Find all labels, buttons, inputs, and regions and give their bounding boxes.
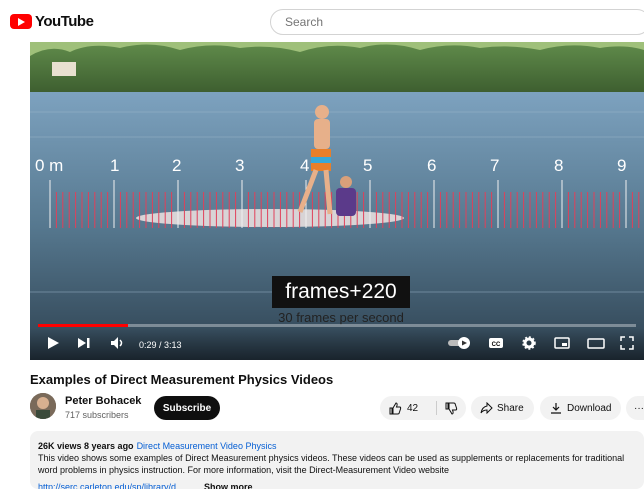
video-player[interactable]: 0 m 1 2 3 4 5 6 7 8 9 frames+220 30 fram…: [30, 42, 644, 360]
fullscreen-icon[interactable]: [620, 336, 634, 350]
ruler-label: 5: [363, 156, 373, 175]
player-controls: 0:29 / 3:13 CC: [30, 328, 644, 360]
settings-gear-icon[interactable]: [522, 336, 536, 350]
time-display: 0:29 / 3:13: [139, 340, 182, 350]
ruler-label: 8: [554, 156, 564, 175]
frame-counter: frames+220: [272, 276, 410, 308]
views-and-age: 26K views 8 years ago: [38, 441, 134, 451]
search-box[interactable]: [270, 9, 644, 35]
avatar-icon: [30, 393, 56, 419]
fps-label: 30 frames per second: [278, 310, 404, 325]
autoplay-toggle-icon[interactable]: [448, 337, 472, 349]
play-icon[interactable]: [46, 336, 60, 350]
progress-bar[interactable]: [38, 324, 636, 327]
avatar[interactable]: [30, 393, 56, 419]
svg-text:CC: CC: [492, 342, 501, 348]
miniplayer-icon[interactable]: [554, 336, 570, 350]
subscribe-button[interactable]: Subscribe: [154, 396, 220, 420]
search-input[interactable]: [283, 14, 627, 30]
like-dislike-group: 42: [380, 396, 466, 420]
ruler-label: 0 m: [35, 156, 64, 175]
ruler-label: 4: [300, 156, 310, 175]
ruler-label: 6: [427, 156, 437, 175]
ruler-label: 9: [617, 156, 627, 175]
show-more-button[interactable]: Show more: [204, 481, 253, 489]
like-button[interactable]: 42: [380, 401, 437, 415]
ruler-label: 7: [490, 156, 500, 175]
youtube-logo[interactable]: YouTube: [10, 13, 94, 30]
download-icon: [551, 403, 561, 414]
ruler-labels: 0 m 1 2 3 4 5 6 7 8 9: [30, 156, 644, 176]
description-text: This video shows some examples of Direct…: [38, 453, 625, 475]
share-arrow-icon: [480, 402, 493, 414]
theater-icon[interactable]: [587, 336, 605, 350]
volume-icon[interactable]: [110, 336, 126, 350]
description-meta: 26K views 8 years ago Direct Measurement …: [38, 440, 276, 452]
share-label: Share: [497, 402, 524, 414]
download-label: Download: [567, 402, 612, 414]
description-tag[interactable]: Direct Measurement Video Physics: [137, 441, 277, 451]
thumbs-up-icon: [389, 401, 402, 414]
captions-icon[interactable]: CC: [488, 336, 504, 350]
logo-text: YouTube: [35, 13, 94, 30]
download-button[interactable]: Download: [540, 396, 621, 420]
share-button[interactable]: Share: [471, 396, 534, 420]
channel-name[interactable]: Peter Bohacek: [65, 395, 141, 407]
description-box[interactable]: 26K views 8 years ago Direct Measurement …: [30, 431, 644, 489]
thumbs-down-icon: [445, 402, 458, 415]
ruler-label: 1: [110, 156, 120, 175]
video-title: Examples of Direct Measurement Physics V…: [30, 372, 334, 387]
ruler-label: 3: [235, 156, 245, 175]
youtube-logo-icon: [10, 14, 32, 29]
more-actions-button[interactable]: ···: [626, 396, 644, 420]
top-bar: YouTube: [0, 0, 644, 44]
ruler-label: 2: [172, 156, 182, 175]
like-count: 42: [407, 402, 419, 414]
dislike-button[interactable]: [437, 402, 458, 415]
next-icon[interactable]: [77, 336, 91, 350]
subscriber-count: 717 subscribers: [65, 410, 129, 420]
progress-fill: [38, 324, 128, 327]
description-link[interactable]: http://serc.carleton.edu/sp/library/d...: [38, 481, 184, 489]
